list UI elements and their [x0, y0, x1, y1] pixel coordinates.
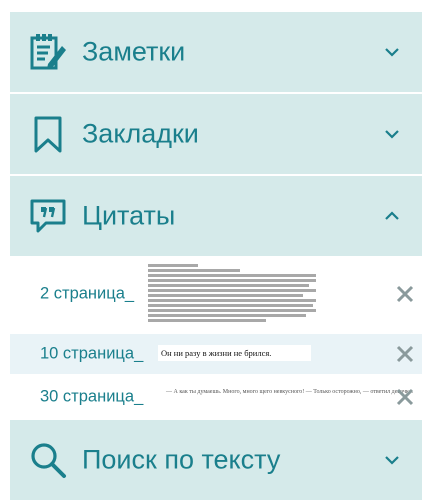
sidebar-panel: Заметки Закладки Цитаты 2 страница_ 10 с…	[0, 0, 422, 500]
section-notes-header[interactable]: Заметки	[10, 12, 422, 92]
close-icon[interactable]	[394, 283, 416, 305]
quote-snippet-image	[148, 262, 316, 328]
quote-item[interactable]: 10 страница_ Он ни разу в жизни не брилс…	[10, 334, 422, 374]
chevron-down-icon[interactable]	[382, 124, 402, 144]
chevron-down-icon[interactable]	[382, 42, 402, 62]
quote-bubble-icon	[30, 199, 66, 233]
quote-page-label: 2 страница_	[40, 284, 135, 303]
chevron-down-icon[interactable]	[382, 450, 402, 470]
section-notes-label: Заметки	[82, 36, 186, 67]
section-quotes-header[interactable]: Цитаты	[10, 176, 422, 256]
section-search-label: Поиск по тексту	[82, 444, 281, 475]
search-icon	[31, 443, 66, 478]
quote-item[interactable]: 2 страница_	[10, 256, 422, 332]
quote-item[interactable]: 30 страница_ — А как ты думаешь. Много, …	[10, 376, 422, 418]
section-bookmarks-label: Закладки	[82, 118, 199, 149]
close-icon[interactable]	[394, 386, 416, 408]
quote-snippet: — А как ты думаешь. Много, много щего не…	[166, 388, 413, 408]
quote-snippet: Он ни разу в жизни не брился.	[158, 345, 311, 361]
close-icon[interactable]	[394, 343, 416, 365]
section-quotes-label: Цитаты	[82, 200, 176, 231]
bookmark-icon	[34, 116, 62, 153]
quote-page-label: 10 страница_	[40, 344, 144, 363]
section-search-header[interactable]: Поиск по тексту	[10, 420, 422, 500]
chevron-up-icon[interactable]	[382, 206, 402, 226]
quote-page-label: 30 страница_	[40, 387, 144, 406]
section-bookmarks-header[interactable]: Закладки	[10, 94, 422, 174]
notes-edit-icon	[30, 34, 66, 70]
